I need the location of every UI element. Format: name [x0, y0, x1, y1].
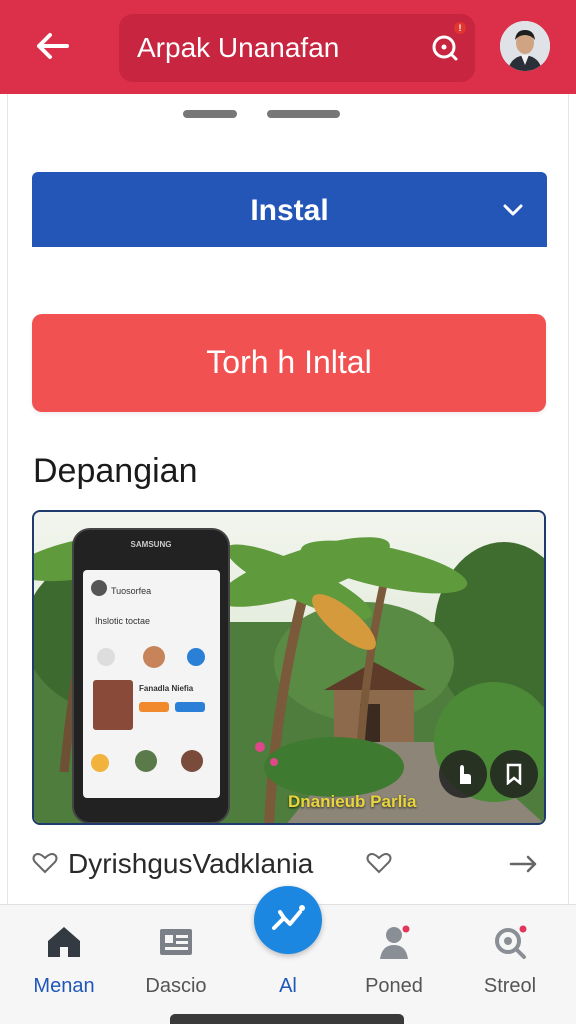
heart-outline-icon[interactable] — [366, 851, 392, 875]
install-label: Instal — [250, 194, 329, 227]
avatar-image — [500, 21, 550, 71]
hand-pointer-icon — [460, 765, 471, 784]
home-indicator — [170, 1014, 404, 1024]
save-media-button[interactable] — [490, 750, 538, 798]
nav-label: Dascio — [145, 975, 207, 997]
phone-row-title: Tuosorfea — [111, 586, 152, 596]
nav-item-streol[interactable]: Streol — [460, 905, 560, 1015]
phone-contact-icon — [181, 750, 203, 772]
nav-item-poned[interactable]: Poned — [344, 905, 444, 1015]
heart-outline-icon[interactable] — [32, 851, 58, 875]
touch-install-label: Torh h Inltal — [206, 344, 372, 380]
phone-card-name: Fanadla Niefia — [139, 684, 194, 693]
ai-sparkle-icon — [272, 905, 305, 930]
phone-action-button — [175, 702, 205, 712]
arrow-left-icon — [37, 33, 69, 59]
phone-row-subtitle: Ihslotic toctae — [95, 616, 151, 626]
phone-contact-icon — [97, 648, 115, 666]
phone-contact-icon — [91, 754, 109, 772]
post-title: DyrishgusVadklania — [68, 848, 314, 879]
phone-avatar-icon — [91, 580, 107, 596]
touch-install-button[interactable]: Torh h Inltal — [32, 314, 546, 412]
nav-label: Al — [279, 975, 297, 997]
ai-fab-button[interactable] — [254, 886, 322, 954]
photo-caption: Dnanieub Parlia — [288, 792, 417, 811]
user-avatar[interactable] — [500, 21, 550, 71]
title-bar[interactable]: Arpak Unanafan — [119, 14, 475, 82]
id-card-icon — [160, 929, 192, 955]
drag-handle-secondary[interactable] — [267, 110, 340, 118]
home-icon — [48, 927, 80, 957]
app-header: Arpak Unanafan ! — [0, 0, 576, 94]
phone-brand: SAMSUNG — [130, 540, 172, 549]
tap-media-button[interactable] — [439, 750, 487, 798]
phone-contact-icon — [143, 646, 165, 668]
drag-handle[interactable] — [183, 110, 237, 118]
phone-contact-icon — [135, 750, 157, 772]
back-button[interactable] — [30, 28, 74, 64]
phone-check-icon — [187, 648, 205, 666]
nav-item-home[interactable]: Menan — [14, 905, 114, 1015]
phone-action-button — [139, 702, 169, 712]
nav-label: Streol — [483, 975, 537, 997]
notification-badge: ! — [452, 20, 468, 36]
nav-label: Menan — [33, 975, 95, 997]
bookmark-icon — [506, 763, 522, 785]
person-icon — [380, 925, 410, 959]
nav-item-dascio[interactable]: Dascio — [126, 905, 226, 1015]
install-dropdown[interactable]: Instal — [32, 172, 547, 247]
page-title: Arpak Unanafan — [137, 32, 340, 63]
chevron-down-icon — [503, 204, 523, 216]
phone-profile-photo — [93, 680, 133, 730]
search-badge-icon — [495, 925, 527, 959]
phone-mockup: SAMSUNG Tuosorfea Ihslotic toctae Fanadl… — [72, 528, 230, 823]
arrow-right-icon[interactable] — [508, 852, 540, 876]
phone-screen: Tuosorfea Ihslotic toctae Fanadla Niefia — [83, 570, 220, 798]
featured-photo[interactable]: SAMSUNG Tuosorfea Ihslotic toctae Fanadl… — [32, 510, 546, 825]
section-heading: Depangian — [33, 452, 198, 490]
nav-label: Poned — [365, 975, 423, 997]
